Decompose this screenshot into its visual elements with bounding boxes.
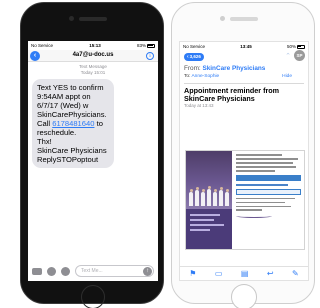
phone-number-link[interactable]: 6178481640 [52, 119, 94, 128]
home-button[interactable] [231, 284, 257, 308]
message-line: Call 6178481640 to [37, 119, 109, 128]
staff-group-photo [186, 151, 232, 209]
message-line: SkinCare Physicians [37, 146, 107, 155]
battery-indicator: 83% [137, 43, 155, 48]
send-arrow-icon[interactable]: ↑ [143, 267, 152, 276]
message-line: reschedule. [37, 128, 77, 137]
subject-line: SkinCare Physicians [184, 93, 255, 103]
battery-percent: 83% [136, 43, 146, 48]
folder-icon[interactable]: ▭ [215, 269, 223, 278]
back-chevron-icon: ‹ [187, 54, 189, 60]
sender-name[interactable]: SkinCare Physicians [202, 65, 265, 72]
email-date: Today at 13:43 [184, 102, 214, 108]
inbox-count: 3,626 [189, 54, 201, 59]
email-subject: Appointment reminder from SkinCare Physi… [180, 84, 308, 103]
reply-icon[interactable]: ↩ [267, 269, 274, 278]
message-line: Thx! [37, 137, 52, 146]
mail-toolbar: ⚑ ▭ ▤ ↩ ✎ [180, 266, 308, 280]
archive-icon[interactable]: ▤ [241, 269, 249, 278]
message-input[interactable]: Text Me... ↑ [75, 265, 154, 277]
front-camera [69, 16, 74, 21]
message-date-label: Today 15:01 [80, 69, 106, 75]
battery-icon [146, 43, 155, 48]
message-timestamp: Text Message Today 15:01 [28, 64, 158, 75]
from-label: From: [184, 65, 201, 72]
call-word: Call [37, 119, 51, 128]
email-text-block [236, 154, 301, 219]
sender-row: From: SkinCare Physicians [180, 64, 308, 73]
battery-indicator: 50% [287, 44, 305, 49]
front-camera [220, 16, 225, 21]
home-button[interactable] [81, 285, 105, 308]
incoming-message-bubble[interactable]: Text YES to confirm 9:54AM appt on 6/7/1… [32, 79, 114, 168]
battery-icon [296, 44, 305, 49]
compose-icon[interactable]: ✎ [292, 269, 299, 278]
reschedule-button[interactable] [236, 188, 301, 195]
recipient-name[interactable]: Anne-Sophie [191, 74, 219, 79]
message-line: 6/7/17 (Wed) w [37, 101, 89, 110]
brand-panel [186, 209, 232, 249]
battery-percent: 50% [286, 44, 296, 49]
confirm-appointment-button[interactable] [236, 174, 301, 181]
app-store-icon[interactable] [61, 266, 70, 276]
clock: 15:13 [89, 43, 101, 48]
inbox-back-button[interactable]: ‹3,626 [184, 53, 204, 61]
message-input-placeholder: Text Me... [81, 268, 103, 274]
contact-name[interactable]: 4a7@u-doc.us [28, 52, 158, 58]
earpiece-speaker [79, 17, 107, 21]
info-icon[interactable]: i [146, 51, 154, 60]
heart-icon[interactable] [47, 266, 56, 276]
email-body-preview[interactable] [185, 150, 305, 250]
camera-icon[interactable] [32, 267, 42, 275]
messages-screen: No Service 15:13 83% ‹ 4a7@u-doc.us i Te… [28, 41, 158, 281]
to-label: To: [184, 74, 191, 79]
clock: 13:45 [240, 44, 252, 49]
recipient-row: To: Anne-Sophie Hide [180, 73, 308, 80]
mail-nav-bar: ‹3,626 ⌃ ⌄ [180, 51, 308, 64]
sender-avatar: SP [294, 50, 305, 61]
carrier-label: No Service [183, 44, 206, 49]
conversation-header: ‹ 4a7@u-doc.us i [28, 50, 158, 62]
status-bar: No Service 15:13 83% [28, 41, 158, 50]
mail-screen: No Service 13:45 50% ‹3,626 ⌃ ⌄ From: Sk… [179, 41, 309, 281]
status-bar: No Service 13:45 50% [180, 42, 308, 51]
message-line: 9:54AM appt on [37, 92, 91, 101]
flag-icon[interactable]: ⚑ [189, 269, 196, 278]
white-iphone: No Service 13:45 50% ‹3,626 ⌃ ⌄ From: Sk… [171, 2, 315, 308]
compose-bar: Text Me... ↑ [28, 261, 158, 281]
message-line: Text YES to confirm [37, 83, 104, 92]
chevron-up-icon[interactable]: ⌃ [285, 52, 291, 60]
signature [236, 214, 272, 219]
hide-details-link[interactable]: Hide [282, 73, 292, 80]
message-line: ReplySTOPoptout [37, 155, 99, 164]
earpiece-speaker [230, 17, 258, 21]
black-iphone: No Service 15:13 83% ‹ 4a7@u-doc.us i Te… [20, 2, 164, 308]
message-line: SkinCarePhysicians. [37, 110, 107, 119]
to-word: to [96, 119, 103, 128]
carrier-label: No Service [31, 43, 54, 48]
